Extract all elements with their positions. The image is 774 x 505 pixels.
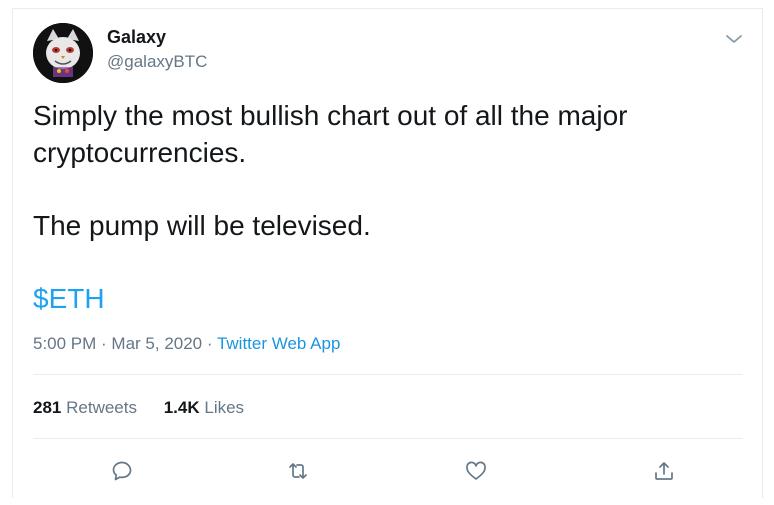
likes-count: 1.4K <box>163 398 200 417</box>
avatar[interactable] <box>33 23 93 83</box>
reply-button[interactable] <box>108 457 136 485</box>
timestamp[interactable]: 5:00 PM · Mar 5, 2020 <box>33 334 202 353</box>
author-handle[interactable]: @galaxyBTC <box>107 52 207 72</box>
retweets-count: 281 <box>33 398 62 417</box>
meta-separator: · <box>202 334 217 353</box>
retweets-label: Retweets <box>66 398 137 417</box>
tweet-text-line: Simply the most bullish chart out of all… <box>33 100 628 131</box>
divider <box>33 438 743 439</box>
retweet-button[interactable] <box>284 457 312 485</box>
tweet-actions <box>108 457 678 485</box>
share-button[interactable] <box>650 457 678 485</box>
cashtag-link[interactable]: $ETH <box>33 283 105 315</box>
likes-label: Likes <box>204 398 245 417</box>
tweet-card: Galaxy @galaxyBTC Simply the most bullis… <box>12 8 763 498</box>
author-name[interactable]: Galaxy <box>107 27 166 48</box>
like-button[interactable] <box>462 457 490 485</box>
tweet-stats: 281 Retweets 1.4K Likes <box>33 398 266 418</box>
divider <box>33 374 743 375</box>
tweet-text-line: The pump will be televised. <box>33 210 371 241</box>
likes-stat[interactable]: 1.4K Likes <box>164 398 244 417</box>
tweet-text-line: cryptocurrencies. <box>33 137 247 168</box>
retweets-stat[interactable]: 281 Retweets <box>33 398 137 417</box>
like-icon <box>466 461 486 480</box>
share-icon <box>655 462 673 480</box>
retweet-icon <box>289 463 307 479</box>
tweet-text: Simply the most bullish chart out of all… <box>33 97 733 244</box>
chevron-down-icon <box>726 35 742 43</box>
cat-avatar-icon <box>33 23 93 83</box>
source-app-link[interactable]: Twitter Web App <box>217 334 340 353</box>
reply-icon <box>112 461 132 481</box>
tweet-meta: 5:00 PM · Mar 5, 2020 · Twitter Web App <box>33 334 340 354</box>
more-options-button[interactable] <box>722 27 744 49</box>
